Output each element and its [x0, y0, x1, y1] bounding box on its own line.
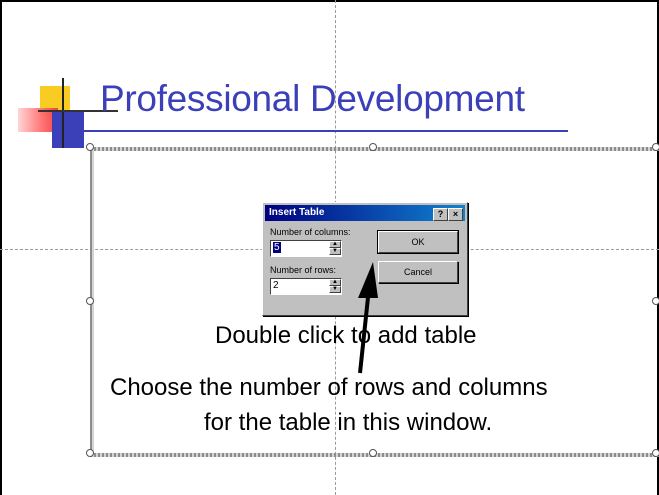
rows-label: Number of rows: — [270, 265, 337, 275]
columns-spinner[interactable]: 5 ▲ ▼ — [270, 240, 342, 257]
title-underline — [68, 130, 568, 132]
resize-handle-top-right[interactable] — [652, 143, 659, 151]
slide: Professional Development Insert Table ? … — [0, 0, 659, 495]
pointer-arrow-icon — [358, 262, 378, 374]
resize-handle-bottom-right[interactable] — [652, 449, 659, 457]
slide-border-left — [0, 0, 2, 495]
double-click-caption: Double click to add table — [215, 322, 477, 349]
resize-handle-middle-left[interactable] — [86, 297, 94, 305]
slide-border-top — [0, 0, 659, 2]
dialog-title-bar[interactable]: Insert Table ? × — [265, 205, 465, 221]
rows-value[interactable]: 2 — [273, 280, 279, 291]
slide-title[interactable]: Professional Development — [100, 78, 525, 120]
resize-handle-middle-right[interactable] — [652, 297, 659, 305]
columns-down-arrow-icon[interactable]: ▼ — [329, 248, 341, 255]
resize-handle-top-center[interactable] — [369, 143, 377, 151]
cancel-button[interactable]: Cancel — [378, 261, 458, 283]
dialog-title: Insert Table — [269, 207, 325, 218]
close-button[interactable]: × — [448, 208, 463, 221]
columns-up-arrow-icon[interactable]: ▲ — [329, 241, 341, 248]
rows-spinner[interactable]: 2 ▲ ▼ — [270, 278, 342, 295]
logo-vertical-line — [62, 78, 64, 148]
instruction-caption-line2: for the table in this window. — [204, 409, 493, 436]
slide-logo — [18, 78, 118, 153]
ok-button[interactable]: OK — [377, 230, 459, 254]
instruction-caption-line1: Choose the number of rows and columns — [110, 374, 548, 401]
help-button[interactable]: ? — [433, 208, 448, 221]
resize-handle-top-left[interactable] — [86, 143, 94, 151]
resize-handle-bottom-center[interactable] — [369, 449, 377, 457]
columns-value[interactable]: 5 — [273, 242, 281, 253]
columns-spinner-arrows: ▲ ▼ — [329, 241, 341, 256]
resize-handle-bottom-left[interactable] — [86, 449, 94, 457]
columns-label: Number of columns: — [270, 227, 351, 237]
